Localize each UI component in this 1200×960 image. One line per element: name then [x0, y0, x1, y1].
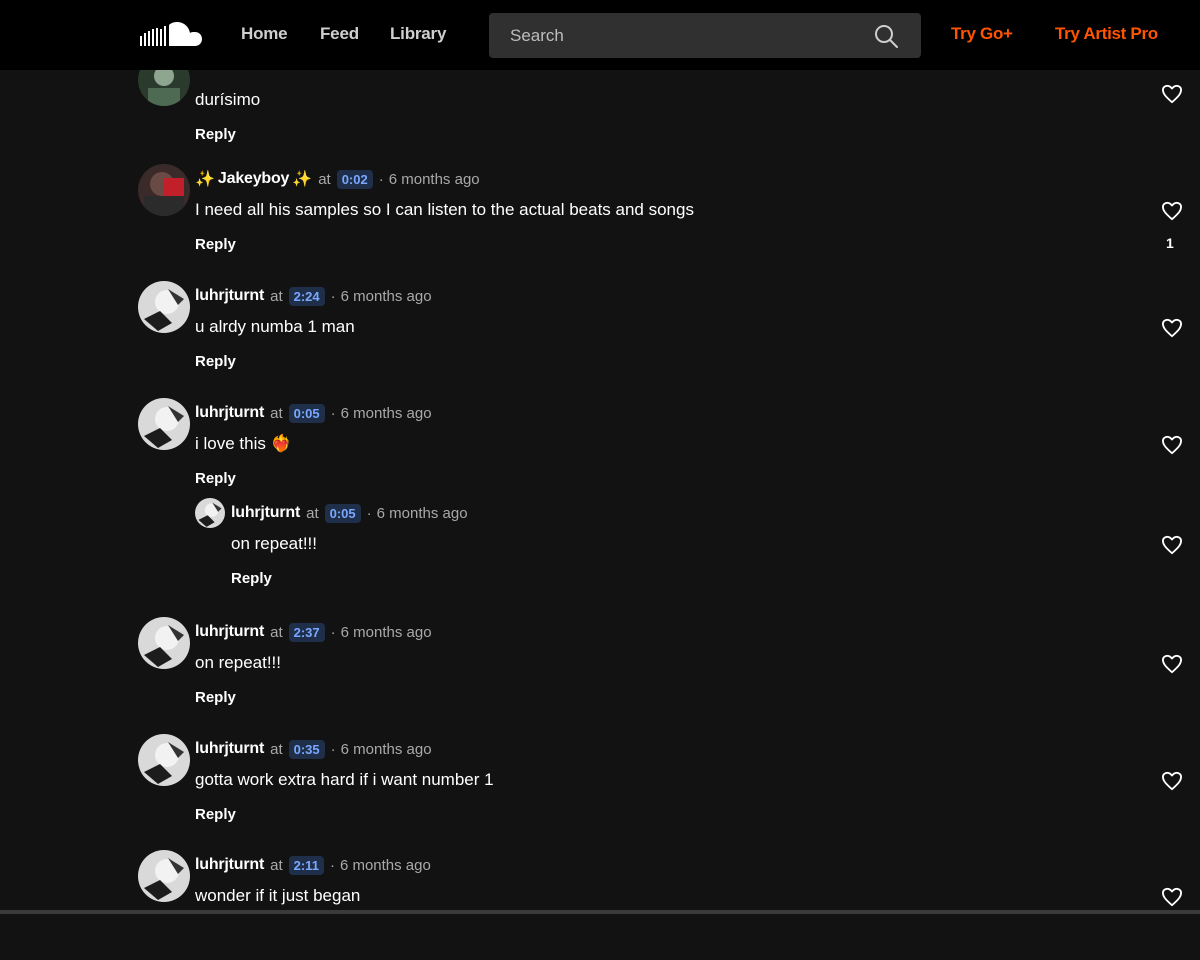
- reply-button[interactable]: Reply: [195, 236, 236, 253]
- nav-library-link[interactable]: Library: [390, 24, 446, 44]
- heart-icon[interactable]: [1161, 435, 1183, 455]
- comment-item: luhrjturnt at 2:37 · 6 months ago on rep…: [0, 617, 1200, 727]
- avatar[interactable]: [138, 164, 190, 216]
- comment-item: luhrjturnt at 0:35 · 6 months ago gotta …: [0, 734, 1200, 844]
- soundcloud-logo-icon[interactable]: [138, 20, 204, 50]
- comment-item: durísimo Reply: [0, 54, 1200, 164]
- comment-item: luhrjturnt at 2:11 · 6 months ago wonder…: [0, 850, 1200, 960]
- like-count: 1: [1166, 235, 1174, 251]
- username[interactable]: luhrjturnt: [195, 856, 264, 874]
- heart-icon[interactable]: [1161, 318, 1183, 338]
- posted-ago: 6 months ago: [339, 856, 431, 874]
- timestamp-badge[interactable]: 0:05: [288, 403, 325, 423]
- comment-item: luhrjturnt at 2:24 · 6 months ago u alrd…: [0, 281, 1200, 391]
- timestamp-badge[interactable]: 0:35: [288, 739, 325, 759]
- search-box: [489, 13, 921, 58]
- username[interactable]: Jakeyboy: [218, 170, 290, 188]
- nav-feed-link[interactable]: Feed: [320, 24, 359, 44]
- try-artist-pro-link[interactable]: Try Artist Pro: [1055, 24, 1158, 44]
- heart-icon[interactable]: [1161, 84, 1183, 104]
- separator-dot: ·: [366, 504, 372, 522]
- comment-text: u alrdy numba 1 man: [195, 317, 355, 336]
- comment-list: durísimo Reply ✨ Jakeyboy ✨ at 0:02 · 6 …: [0, 0, 1200, 914]
- posted-ago: 6 months ago: [340, 404, 432, 422]
- comment-text: on repeat!!!: [195, 653, 282, 672]
- at-label: at: [318, 170, 331, 188]
- comment-meta: luhrjturnt at 0:05 · 6 months ago: [231, 502, 468, 524]
- comment-meta: luhrjturnt at 0:35 · 6 months ago: [195, 738, 432, 760]
- heart-icon[interactable]: [1161, 201, 1183, 221]
- sparkles-icon: ✨: [195, 171, 215, 188]
- timestamp-badge[interactable]: 2:24: [288, 286, 325, 306]
- bottom-divider: [0, 910, 1200, 914]
- avatar[interactable]: [138, 734, 190, 786]
- avatar[interactable]: [138, 850, 190, 902]
- search-input[interactable]: [489, 13, 859, 58]
- avatar[interactable]: [138, 281, 190, 333]
- reply-button[interactable]: Reply: [195, 126, 236, 143]
- separator-dot: ·: [329, 856, 335, 874]
- timestamp-badge[interactable]: 0:02: [336, 169, 373, 189]
- avatar[interactable]: [138, 617, 190, 669]
- separator-dot: ·: [378, 170, 384, 188]
- comment-text: I need all his samples so I can listen t…: [195, 200, 694, 219]
- posted-ago: 6 months ago: [340, 287, 432, 305]
- sparkles-icon: ✨: [292, 171, 313, 188]
- reply-item: luhrjturnt at 0:05 · 6 months ago on rep…: [0, 498, 1200, 608]
- reply-button[interactable]: Reply: [195, 689, 236, 706]
- username[interactable]: luhrjturnt: [195, 740, 264, 758]
- comment-text: wonder if it just began: [195, 886, 361, 905]
- reply-button[interactable]: Reply: [195, 470, 236, 487]
- comment-text: durísimo: [195, 90, 261, 109]
- reply-button[interactable]: Reply: [195, 806, 236, 823]
- comment-meta: luhrjturnt at 2:24 · 6 months ago: [195, 285, 432, 307]
- heart-icon[interactable]: [1161, 535, 1183, 555]
- heart-icon[interactable]: [1161, 771, 1183, 791]
- try-go-plus-link[interactable]: Try Go+: [951, 24, 1013, 44]
- separator-dot: ·: [330, 287, 336, 305]
- comment-meta: luhrjturnt at 0:05 · 6 months ago: [195, 402, 432, 424]
- heart-icon[interactable]: [1161, 654, 1183, 674]
- at-label: at: [270, 856, 283, 874]
- timestamp-badge[interactable]: 2:11: [288, 855, 324, 875]
- username[interactable]: luhrjturnt: [195, 287, 264, 305]
- comment-text: on repeat!!!: [231, 534, 318, 553]
- reply-button[interactable]: Reply: [195, 353, 236, 370]
- separator-dot: ·: [330, 623, 336, 641]
- comment-text: i love this ❤️‍🔥: [195, 434, 292, 453]
- posted-ago: 6 months ago: [340, 623, 432, 641]
- separator-dot: ·: [330, 740, 336, 758]
- comment-item: luhrjturnt at 0:05 · 6 months ago i love…: [0, 398, 1200, 508]
- avatar[interactable]: [138, 398, 190, 450]
- at-label: at: [270, 740, 283, 758]
- at-label: at: [270, 287, 283, 305]
- username[interactable]: luhrjturnt: [195, 623, 264, 641]
- timestamp-badge[interactable]: 2:37: [288, 622, 325, 642]
- username[interactable]: luhrjturnt: [195, 404, 264, 422]
- comment-meta: luhrjturnt at 2:11 · 6 months ago: [195, 854, 431, 876]
- comment-item: ✨ Jakeyboy ✨ at 0:02 · 6 months ago I ne…: [0, 164, 1200, 274]
- top-navigation-bar: Home Feed Library Try Go+ Try Artist Pro: [0, 0, 1200, 70]
- nav-home-link[interactable]: Home: [241, 24, 288, 44]
- comment-meta: luhrjturnt at 2:37 · 6 months ago: [195, 621, 432, 643]
- at-label: at: [270, 404, 283, 422]
- separator-dot: ·: [330, 404, 336, 422]
- username[interactable]: luhrjturnt: [231, 504, 300, 522]
- reply-button[interactable]: Reply: [231, 570, 272, 587]
- posted-ago: 6 months ago: [388, 170, 480, 188]
- search-icon[interactable]: [873, 23, 899, 49]
- at-label: at: [270, 623, 283, 641]
- posted-ago: 6 months ago: [340, 740, 432, 758]
- posted-ago: 6 months ago: [376, 504, 468, 522]
- at-label: at: [306, 504, 319, 522]
- avatar[interactable]: [195, 498, 225, 528]
- comment-text: gotta work extra hard if i want number 1: [195, 770, 494, 789]
- comment-meta: ✨ Jakeyboy ✨ at 0:02 · 6 months ago: [195, 168, 480, 190]
- timestamp-badge[interactable]: 0:05: [324, 503, 361, 523]
- heart-icon[interactable]: [1161, 887, 1183, 907]
